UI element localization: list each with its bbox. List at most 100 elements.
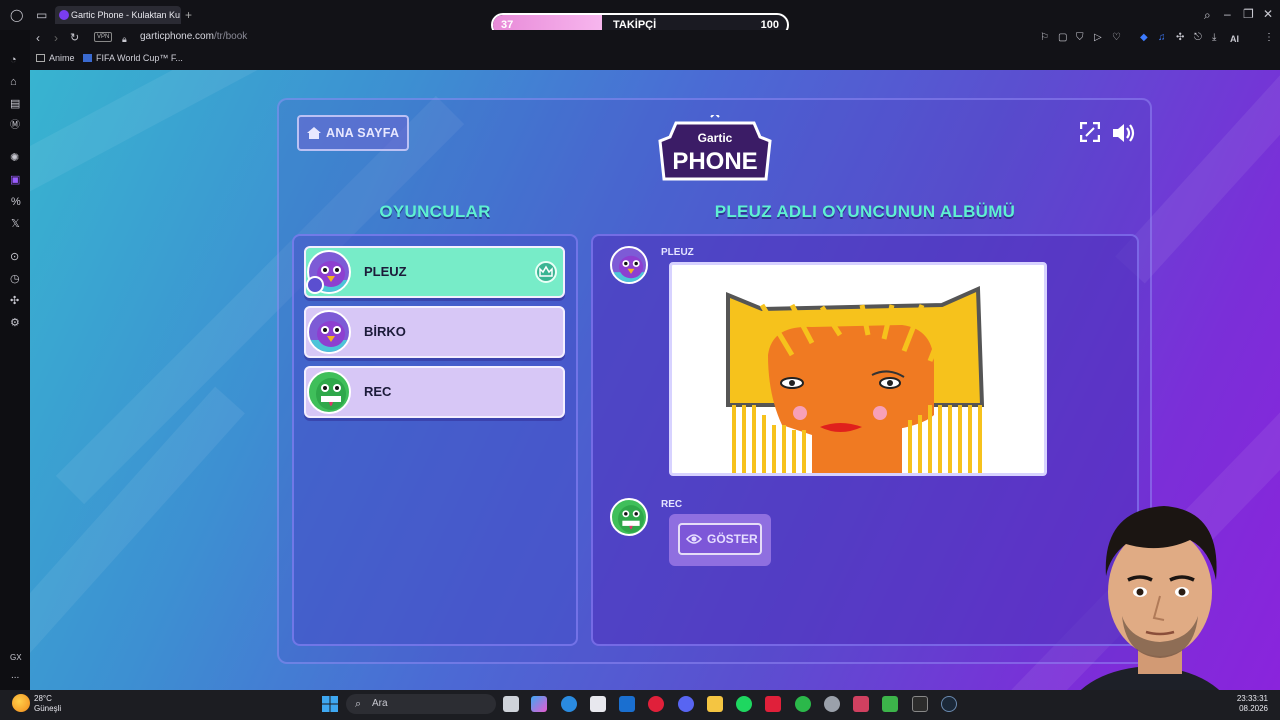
player-icon[interactable]: ▷ (1094, 32, 1102, 44)
app-gray-icon[interactable] (824, 696, 840, 712)
player-sidebar-icon[interactable]: ⊙ (10, 251, 19, 263)
close-icon[interactable]: ✕ (1263, 8, 1273, 20)
date: 08.2026 (1239, 704, 1268, 713)
adblock-icon[interactable]: ⛉ (1076, 32, 1084, 44)
logo-top-text: Gartic (698, 131, 733, 145)
bookmark-anime[interactable]: Anime (36, 53, 75, 63)
back-icon[interactable]: ‹ (36, 32, 40, 44)
vpn-badge[interactable]: VPN (94, 32, 113, 42)
bookmarks-bar (0, 48, 1280, 70)
home-button[interactable]: ANA SAYFA (297, 115, 409, 151)
url-text[interactable]: garticphone.com/tr/book (140, 31, 247, 42)
extensions-sidebar-icon[interactable]: ✣ (10, 295, 19, 307)
epic-games-icon[interactable] (912, 696, 928, 712)
url-path: /tr/book (213, 31, 248, 42)
player-row-birko[interactable]: BİRKO (304, 306, 565, 358)
bookmark-label: Anime (49, 53, 75, 63)
settings-icon[interactable]: ⚙ (10, 317, 20, 329)
share-icon[interactable]: ⎋ (1194, 32, 1202, 44)
outlook-icon[interactable] (619, 696, 635, 712)
search-placeholder: Ara (372, 698, 388, 709)
streamer-avatar-image (1060, 506, 1240, 720)
edge-icon[interactable] (561, 696, 577, 712)
spotify-icon[interactable] (736, 696, 752, 712)
opera-menu-icon[interactable]: ◯ (10, 9, 23, 21)
players-heading: OYUNCULAR (379, 202, 491, 221)
album-author: PLEUZ (661, 247, 694, 258)
x-icon[interactable]: 𝕏 (11, 218, 20, 230)
home-button-label: ANA SAYFA (326, 126, 400, 140)
store-icon[interactable] (590, 696, 606, 712)
gartic-favicon-icon (59, 10, 69, 20)
host-user-icon (306, 276, 324, 294)
tab-gartic-phone[interactable]: Gartic Phone - Kulaktan Ku (55, 6, 181, 24)
app-valorant-icon[interactable] (853, 696, 869, 712)
ai-button[interactable]: AI (1230, 33, 1239, 45)
app-play-icon[interactable] (882, 696, 898, 712)
reveal-button[interactable]: GÖSTER (678, 523, 762, 555)
bookmark-label: FIFA World Cup™ F... (96, 53, 183, 63)
search-icon: ⌕ (355, 698, 362, 710)
snapshot-icon[interactable]: ▢ (1058, 32, 1067, 44)
weather-condition: Güneşli (34, 704, 62, 713)
gartic-phone-logo: Gartic PHONE (658, 115, 772, 181)
drawing-girl-image (726, 285, 985, 473)
windows-start-icon[interactable] (322, 696, 338, 712)
pinboard-icon[interactable]: ▤ (10, 98, 20, 110)
bookmark-fifa[interactable]: FIFA World Cup™ F... (83, 53, 183, 63)
search-icon[interactable]: ⌕ (1204, 9, 1211, 21)
extension-icon[interactable]: ◆ (1140, 32, 1148, 44)
new-tab-icon[interactable]: + (185, 8, 192, 22)
volume-icon[interactable] (1111, 122, 1137, 144)
home-icon (307, 127, 321, 139)
album-author: REC (661, 499, 683, 510)
eye-icon (686, 534, 702, 544)
lock-icon: 🔒︎ (122, 34, 127, 44)
menu-icon[interactable]: ⋮ (1264, 32, 1274, 44)
folder-icon (36, 54, 45, 62)
taskbar-search[interactable]: ⌕ Ara (346, 694, 496, 714)
file-explorer-icon[interactable] (707, 696, 723, 712)
webcam-overlay (1040, 480, 1280, 720)
reload-icon[interactable]: ↻ (70, 32, 79, 44)
discord-icon[interactable] (678, 696, 694, 712)
chatgpt-icon[interactable]: ✺ (10, 152, 19, 164)
taskbar-clock[interactable]: 23:33:31 08.2026 (1237, 694, 1268, 714)
app-bolt-icon[interactable] (765, 696, 781, 712)
history-icon[interactable]: ◷ (10, 273, 20, 285)
weather-widget[interactable]: 28°C Güneşli (34, 694, 61, 714)
logo-main-text: PHONE (672, 148, 757, 175)
messenger-icon[interactable]: Ⓜ (10, 120, 20, 132)
bird-avatar-icon (610, 246, 648, 284)
steam-icon[interactable] (941, 696, 957, 712)
minimize-icon[interactable]: – (1224, 8, 1231, 20)
audio-icon[interactable]: ♫ (1158, 32, 1166, 44)
download-icon[interactable]: ⤓ (1212, 32, 1216, 44)
browser-tab-strip: ◯ ▭ Gartic Phone - Kulaktan Ku + 37 TAKİ… (0, 0, 1280, 37)
puzzle-icon[interactable]: ✣ (1176, 32, 1184, 44)
opera-gx-icon[interactable] (648, 696, 664, 712)
bird-avatar-icon (307, 310, 351, 354)
heart-icon[interactable]: ♡ (1112, 32, 1121, 44)
tab-island-icon[interactable]: ▭ (36, 9, 47, 21)
speed-dial-icon[interactable]: ◔ (10, 54, 17, 66)
twitch-icon[interactable]: ▣ (10, 174, 20, 186)
player-name: PLEUZ (364, 264, 407, 279)
restore-icon[interactable]: ❐ (1243, 8, 1254, 20)
bookmark-icon[interactable]: ⚐ (1040, 32, 1049, 44)
dino-avatar-icon (307, 370, 351, 414)
player-row-rec[interactable]: REC (304, 366, 565, 418)
player-row-pleuz[interactable]: PLEUZ (304, 246, 565, 298)
gx-label[interactable]: GX (10, 652, 22, 664)
album-drawing (669, 262, 1047, 476)
gx-control-icon[interactable]: ⌂ (10, 76, 17, 88)
app-green-icon[interactable] (795, 696, 811, 712)
more-icon[interactable]: ... (11, 670, 19, 682)
player-name: REC (364, 384, 392, 399)
task-view-icon[interactable] (503, 696, 519, 712)
fullscreen-icon[interactable] (1080, 122, 1100, 142)
weather-sun-icon[interactable] (12, 694, 30, 712)
percent-icon[interactable]: % (11, 196, 21, 208)
forward-icon[interactable]: › (54, 32, 58, 44)
copilot-icon[interactable] (531, 696, 547, 712)
